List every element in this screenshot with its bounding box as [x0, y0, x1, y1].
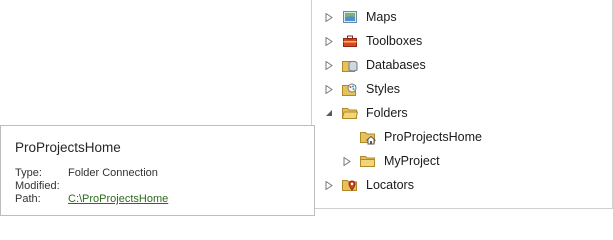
- tree-item-locators[interactable]: Locators: [324, 175, 414, 195]
- database-icon: [342, 57, 358, 73]
- type-key: Type:: [15, 167, 42, 179]
- tree-item-styles[interactable]: Styles: [324, 79, 400, 99]
- item-info-tooltip: ProProjectsHome Type: Folder Connection …: [0, 125, 315, 216]
- tree-item-proprojectshome[interactable]: ProProjectsHome: [342, 127, 482, 147]
- expand-arrow-icon[interactable]: [324, 84, 334, 94]
- path-link[interactable]: C:\ProProjectsHome: [68, 193, 168, 205]
- tree-item-label: Folders: [366, 106, 408, 120]
- expand-arrow-icon[interactable]: [324, 60, 334, 70]
- folder-icon: [360, 153, 376, 169]
- catalog-tree-pane: Maps Toolboxes Databases Styles Folders …: [311, 0, 613, 209]
- modified-key: Modified:: [15, 180, 60, 192]
- expand-arrow-icon[interactable]: [342, 156, 352, 166]
- path-key: Path:: [15, 193, 41, 205]
- tree-item-label: Styles: [366, 82, 401, 96]
- collapse-arrow-icon[interactable]: [324, 108, 334, 118]
- tree-item-label: Maps: [366, 10, 397, 24]
- expand-arrow-icon[interactable]: [324, 12, 334, 22]
- tree-item-label: ProProjectsHome: [384, 130, 482, 144]
- tree-item-myproject[interactable]: MyProject: [342, 151, 440, 171]
- tree-item-label: Locators: [366, 178, 414, 192]
- folder-home-icon: [360, 129, 377, 145]
- expand-arrow-icon[interactable]: [324, 180, 334, 190]
- folder-open-icon: [341, 105, 359, 121]
- tree-item-toolboxes[interactable]: Toolboxes: [324, 31, 422, 51]
- toolbox-icon: [342, 33, 358, 49]
- tree-item-folders[interactable]: Folders: [324, 103, 408, 123]
- tree-item-label: Databases: [366, 58, 426, 72]
- locator-icon: [342, 177, 358, 193]
- tree-item-databases[interactable]: Databases: [324, 55, 426, 75]
- type-value: Folder Connection: [68, 167, 158, 179]
- tree-item-label: Toolboxes: [366, 34, 423, 48]
- map-icon: [342, 9, 358, 25]
- style-icon: [342, 81, 358, 97]
- expand-arrow-icon[interactable]: [324, 36, 334, 46]
- tree-item-label: MyProject: [384, 154, 440, 168]
- tree-item-maps[interactable]: Maps: [324, 7, 397, 27]
- tooltip-title: ProProjectsHome: [15, 140, 121, 155]
